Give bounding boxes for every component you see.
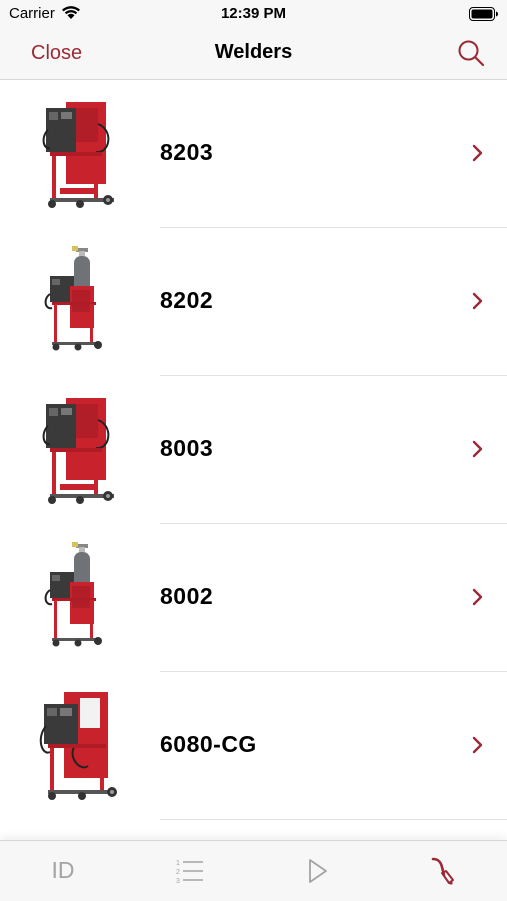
chevron-right-icon	[472, 440, 483, 458]
welder-cart-image	[42, 398, 114, 504]
welder-list: 8203 8202 8003 8002 6080-CG	[0, 80, 507, 840]
welder-model-label: 6080-CG	[160, 731, 257, 757]
tab-bar: ID 1 2 3	[0, 840, 507, 901]
welder-model-label: 8003	[160, 435, 214, 461]
welder-model-label: 8203	[160, 139, 214, 165]
numbered-list-icon: 1 2 3	[176, 860, 203, 885]
clock-label: 12:39 PM	[220, 5, 287, 22]
welder-cart-image	[39, 692, 117, 800]
search-icon[interactable]	[457, 39, 485, 67]
chevron-right-icon	[472, 736, 483, 754]
list-item[interactable]: 6080-CG	[0, 672, 507, 820]
welder-with-gas-bottle-image	[44, 542, 102, 647]
chevron-right-icon	[472, 588, 483, 606]
navigation-bar: Close Welders	[0, 30, 507, 80]
status-bar: Carrier 12:39 PM	[0, 0, 507, 30]
close-button[interactable]: Close	[31, 42, 82, 65]
welder-model-label: 8002	[160, 583, 214, 609]
welder-cart-image	[42, 102, 114, 208]
tab-welders[interactable]	[381, 841, 507, 901]
battery-icon	[469, 7, 498, 21]
tab-numbered-list[interactable]: 1 2 3	[127, 841, 253, 901]
id-text-icon: ID	[51, 857, 75, 883]
chevron-right-icon	[472, 292, 483, 310]
list-item[interactable]: 8203	[0, 80, 507, 228]
list-item[interactable]: 8002	[0, 524, 507, 672]
row-divider	[160, 819, 507, 820]
list-item[interactable]: 8202	[0, 228, 507, 376]
welder-model-label: 8202	[160, 287, 214, 313]
svg-text:2: 2	[176, 869, 180, 876]
play-icon	[309, 859, 327, 883]
list-item[interactable]: 8003	[0, 376, 507, 524]
svg-text:1: 1	[176, 860, 180, 867]
welder-with-gas-bottle-image	[44, 246, 102, 351]
tab-id[interactable]: ID	[0, 841, 126, 901]
welding-torch-icon	[431, 857, 454, 885]
chevron-right-icon	[472, 144, 483, 162]
svg-text:3: 3	[176, 878, 180, 885]
tab-play[interactable]	[254, 841, 380, 901]
